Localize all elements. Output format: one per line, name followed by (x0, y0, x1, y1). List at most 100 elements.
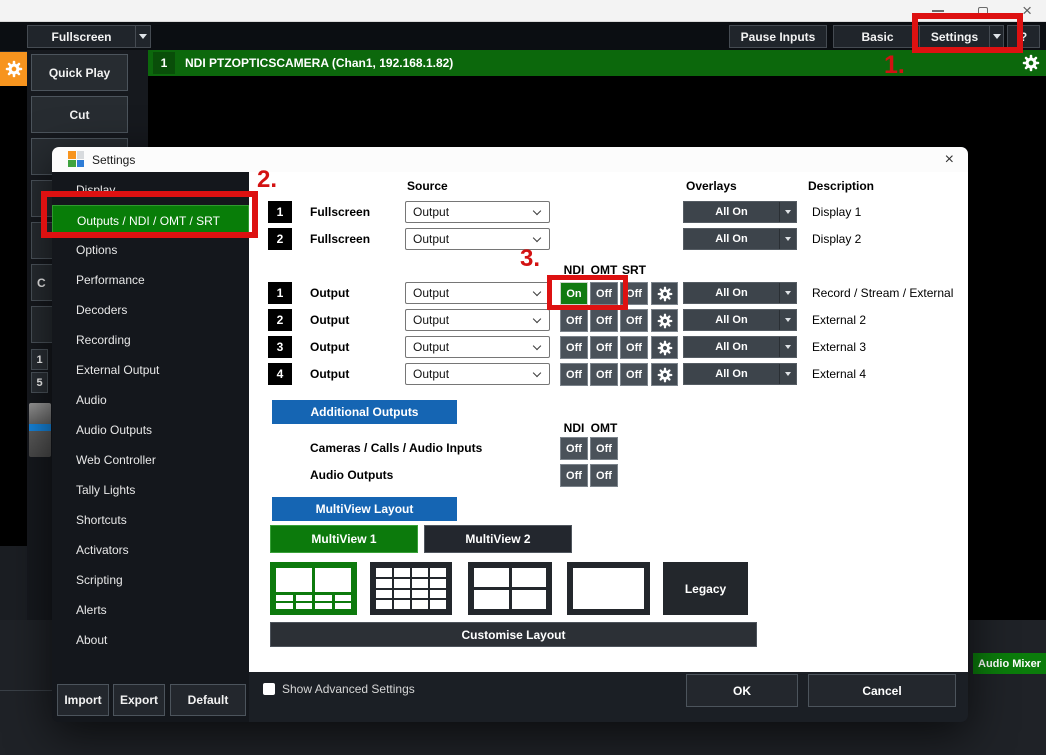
cameras-ndi-toggle[interactable]: Off (560, 437, 588, 460)
description-column-header: Description (808, 179, 874, 193)
menu-item-options[interactable]: Options (52, 235, 249, 265)
output-3-srt-toggle[interactable]: Off (620, 336, 648, 359)
output-row-2: 2 Output Output Off Off Off All On Exter… (249, 309, 968, 331)
output-4-omt-toggle[interactable]: Off (590, 363, 618, 386)
gear-icon (5, 60, 23, 78)
output-4-ndi-toggle[interactable]: Off (560, 363, 588, 386)
output-4-overlays-dropdown[interactable]: All On (683, 363, 797, 385)
fullscreen-1-overlays-dropdown[interactable]: All On (683, 201, 797, 223)
output-3-omt-toggle[interactable]: Off (590, 336, 618, 359)
output-4-srt-toggle[interactable]: Off (620, 363, 648, 386)
fullscreen-button[interactable]: Fullscreen (27, 25, 136, 48)
annotation-label-step2: 2. (257, 166, 277, 194)
output-3-settings-gear-button[interactable] (651, 336, 678, 359)
menu-item-web-controller[interactable]: Web Controller (52, 445, 249, 475)
window-close-icon[interactable]: × (1022, 0, 1032, 22)
cameras-toggles-row: Off Off (249, 437, 968, 459)
row-label: Output (310, 282, 349, 304)
output-2-omt-toggle[interactable]: Off (590, 309, 618, 332)
audio-mixer-tab[interactable]: Audio Mixer (973, 653, 1046, 674)
menu-item-alerts[interactable]: Alerts (52, 595, 249, 625)
additional-outputs-button[interactable]: Additional Outputs (272, 400, 457, 424)
output-1-source-select[interactable]: Output (405, 282, 550, 304)
multiview-2-tab[interactable]: MultiView 2 (424, 525, 572, 553)
menu-item-shortcuts[interactable]: Shortcuts (52, 505, 249, 535)
cameras-omt-toggle[interactable]: Off (590, 437, 618, 460)
customise-layout-button[interactable]: Customise Layout (270, 622, 757, 647)
cut-button[interactable]: Cut (31, 96, 128, 133)
row-number-badge: 3 (268, 336, 292, 358)
transition-duration-5[interactable]: 5 (31, 372, 48, 393)
multiview-layout-thumbnail-selected[interactable] (270, 562, 357, 615)
menu-item-activators[interactable]: Activators (52, 535, 249, 565)
export-button[interactable]: Export (113, 684, 165, 716)
basic-button[interactable]: Basic (833, 25, 922, 48)
default-button[interactable]: Default (170, 684, 246, 716)
chevron-down-icon (533, 315, 541, 323)
dialog-footer: Show Advanced Settings OK Cancel (249, 672, 968, 722)
multiview-layout-thumbnail-grid[interactable] (370, 562, 452, 615)
menu-item-recording[interactable]: Recording (52, 325, 249, 355)
row-description: External 4 (812, 363, 866, 385)
menu-item-about[interactable]: About (52, 625, 249, 655)
source-column-header: Source (407, 179, 448, 193)
menu-item-performance[interactable]: Performance (52, 265, 249, 295)
gear-icon (657, 313, 673, 329)
settings-menu: Display Outputs / NDI / OMT / SRT Option… (52, 172, 249, 722)
output-1-overlays-dropdown[interactable]: All On (683, 282, 797, 304)
fullscreen-dropdown-arrow[interactable] (135, 25, 151, 48)
menu-item-decoders[interactable]: Decoders (52, 295, 249, 325)
output-3-overlays-dropdown[interactable]: All On (683, 336, 797, 358)
cancel-button[interactable]: Cancel (808, 674, 956, 707)
active-input-bar[interactable]: 1 NDI PTZOPTICSCAMERA (Chan1, 192.168.1.… (148, 50, 1046, 76)
output-2-ndi-toggle[interactable]: Off (560, 309, 588, 332)
settings-gear-button-orange[interactable] (0, 52, 27, 86)
menu-item-external-output[interactable]: External Output (52, 355, 249, 385)
vmix-window: × Fullscreen Pause Inputs Basic Settings… (0, 0, 1046, 755)
output-3-ndi-toggle[interactable]: Off (560, 336, 588, 359)
menu-item-audio[interactable]: Audio (52, 385, 249, 415)
show-advanced-settings-checkbox[interactable] (263, 683, 275, 695)
multiview-layout-button[interactable]: MultiView Layout (272, 497, 457, 521)
fullscreen-2-overlays-dropdown[interactable]: All On (683, 228, 797, 250)
input-settings-gear-icon[interactable] (1022, 54, 1040, 72)
dropdown-arrow-icon (779, 283, 796, 303)
menu-item-tally-lights[interactable]: Tally Lights (52, 475, 249, 505)
output-4-settings-gear-button[interactable] (651, 363, 678, 386)
dialog-close-icon[interactable]: × (945, 147, 954, 172)
transition-tbar[interactable] (29, 403, 51, 457)
output-2-settings-gear-button[interactable] (651, 309, 678, 332)
multiview-1-tab[interactable]: MultiView 1 (270, 525, 418, 553)
row-label: Fullscreen (310, 201, 370, 223)
input-number-badge: 1 (153, 52, 175, 74)
fullscreen-1-source-select[interactable]: Output (405, 201, 550, 223)
menu-item-audio-outputs[interactable]: Audio Outputs (52, 415, 249, 445)
ok-button[interactable]: OK (686, 674, 798, 707)
chevron-down-icon (533, 234, 541, 242)
dialog-title: Settings (92, 147, 135, 172)
transition-duration-1[interactable]: 1 (31, 349, 48, 370)
multiview-layout-thumbnail-quad[interactable] (468, 562, 552, 615)
dropdown-arrow-icon (139, 34, 147, 39)
multiview-layout-thumbnail-single[interactable] (567, 562, 650, 615)
output-3-source-select[interactable]: Output (405, 336, 550, 358)
minimize-icon[interactable] (932, 10, 944, 12)
output-row-4: 4 Output Output Off Off Off All On Exter… (249, 363, 968, 385)
fullscreen-row-1: 1 Fullscreen Output All On Display 1 (249, 201, 968, 223)
menu-item-scripting[interactable]: Scripting (52, 565, 249, 595)
import-button[interactable]: Import (57, 684, 109, 716)
audio-outputs-ndi-toggle[interactable]: Off (560, 464, 588, 487)
pause-inputs-button[interactable]: Pause Inputs (729, 25, 827, 48)
annotation-box-step2 (41, 191, 258, 238)
output-1-settings-gear-button[interactable] (651, 282, 678, 305)
multiview-legacy-button[interactable]: Legacy (663, 562, 748, 615)
row-description: External 3 (812, 336, 866, 358)
row-number-badge: 1 (268, 201, 292, 223)
output-2-srt-toggle[interactable]: Off (620, 309, 648, 332)
output-2-overlays-dropdown[interactable]: All On (683, 309, 797, 331)
quick-play-button[interactable]: Quick Play (31, 54, 128, 91)
chevron-down-icon (533, 288, 541, 296)
output-4-source-select[interactable]: Output (405, 363, 550, 385)
audio-outputs-omt-toggle[interactable]: Off (590, 464, 618, 487)
output-2-source-select[interactable]: Output (405, 309, 550, 331)
